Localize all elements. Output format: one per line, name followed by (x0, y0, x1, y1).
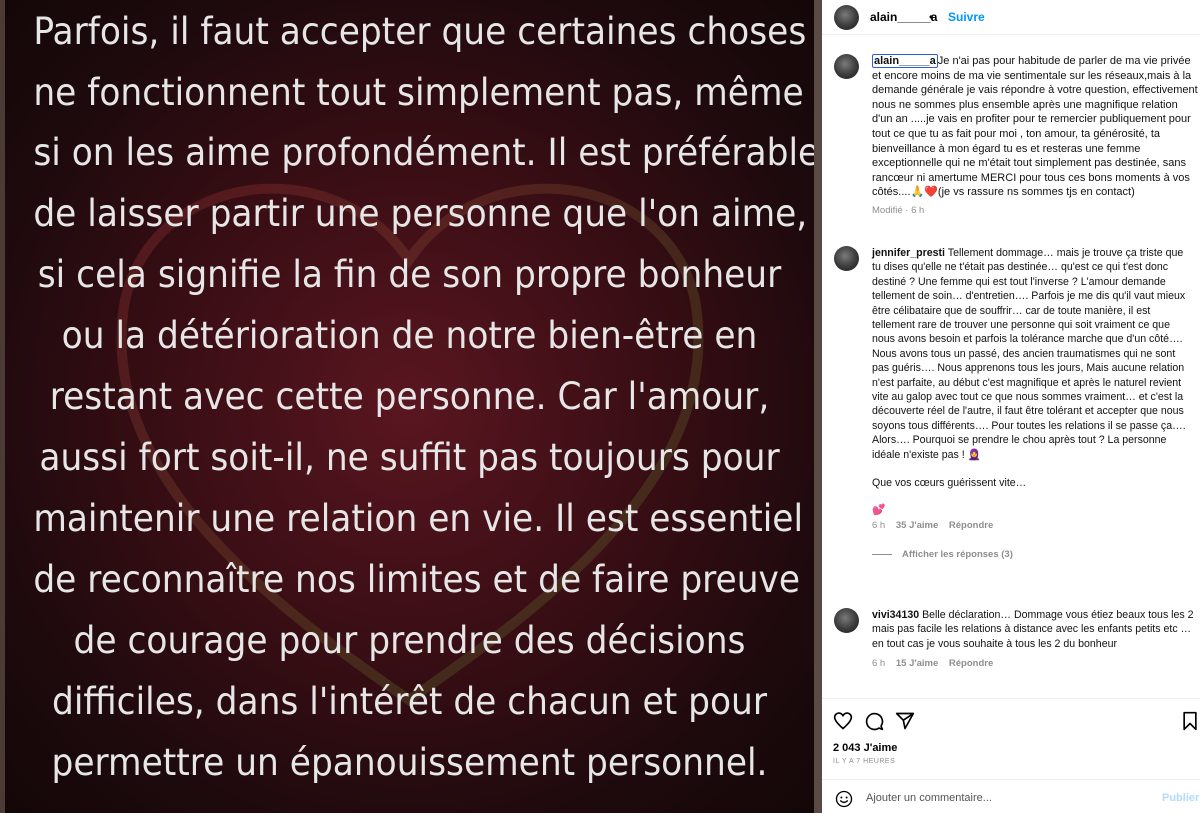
publish-button[interactable]: Publier (1162, 792, 1199, 804)
reply-button[interactable]: Répondre (949, 520, 993, 531)
caption-username[interactable]: alain_____a (872, 54, 938, 68)
post-actions: 2 043 J'aime IL Y A 7 HEURES Publier (822, 698, 1200, 814)
quote-line: difficiles, dans l'intérêt de chacun et … (51, 680, 768, 723)
emoji-icon[interactable] (835, 790, 853, 808)
comment-time: 6 h (872, 658, 886, 670)
view-replies[interactable]: Afficher les réponses (3) (872, 547, 1194, 562)
post-timestamp: IL Y A 7 HEURES (833, 758, 896, 765)
image-divider (814, 0, 822, 813)
separator-dot: • (929, 10, 934, 24)
quote-line: restant avec cette personne. Car l'amour… (49, 375, 770, 418)
comment-text: Tellement dommage… mais je trouve ça tri… (872, 247, 1186, 461)
quote-line: permettre un épanouissement personnel. (51, 741, 768, 784)
comment-username[interactable]: vivi34130 (872, 609, 919, 621)
heart-icon[interactable] (833, 711, 853, 731)
comment-icon[interactable] (864, 711, 884, 731)
comment-time: 6 h (872, 519, 886, 531)
comment-body: jennifer_presti Tellement dommage… mais … (872, 246, 1194, 563)
comment-body: vivi34130 Belle déclaration… Dommage vou… (872, 608, 1194, 672)
post-image[interactable]: Parfois, il faut accepter que certaines … (5, 0, 814, 813)
quote-line: de reconnaître nos limites et de faire p… (33, 558, 801, 601)
quote-line: ne fonctionnent tout simplement pas, mêm… (33, 71, 804, 114)
follow-button[interactable]: Suivre (948, 10, 985, 24)
quote-line: de laisser partir une personne que l'on … (33, 192, 808, 235)
quote-line: de courage pour prendre des décisions (73, 619, 746, 662)
quote-line: ou la détérioration de notre bien-être e… (61, 314, 758, 357)
replies-divider (872, 554, 892, 556)
author-username[interactable]: alain_____a (870, 10, 937, 24)
comment-extra-text: Que vos cœurs guérissent vite… (872, 477, 1027, 490)
share-icon[interactable] (895, 711, 915, 731)
caption-body: alain_____a Je n'ai pas pour habitude de … (872, 54, 1198, 219)
view-replies-label[interactable]: Afficher les réponses (3) (902, 549, 1013, 560)
comment-likes[interactable]: 35 J'aime (896, 520, 938, 531)
comment-text: Belle déclaration… Dommage vous étiez be… (872, 609, 1194, 650)
comment-meta: 6 h 15 J'aime Répondre (872, 657, 1194, 671)
comment-likes[interactable]: 15 J'aime (896, 658, 938, 669)
comment-username[interactable]: jennifer_presti (872, 247, 945, 259)
post-sidebar: alain_____a • Suivre alain_____a Je n'ai … (822, 0, 1200, 813)
quote-line: Parfois, il faut accepter que certaines … (33, 10, 807, 53)
avatar[interactable] (834, 246, 859, 271)
reply-button[interactable]: Répondre (949, 658, 993, 669)
avatar[interactable] (834, 54, 859, 79)
avatar[interactable] (834, 5, 859, 30)
caption-meta: Modifié · 6 h (872, 204, 925, 216)
add-comment-bar: Publier (822, 779, 1200, 815)
quote-line: si cela signifie la fin de son propre bo… (37, 253, 782, 296)
post-header: alain_____a • Suivre (822, 0, 1200, 35)
quote-line: maintenir une relation en vie. Il est es… (33, 497, 804, 540)
comment-input[interactable] (864, 788, 1158, 808)
quote-line: si on les aime profondément. Il est préf… (33, 131, 814, 174)
avatar[interactable] (834, 608, 859, 633)
bookmark-icon[interactable] (1180, 711, 1200, 731)
caption-text: Je n'ai pas pour habitude de parler de m… (872, 55, 1198, 199)
quote-line: aussi fort soit-il, ne suffit pas toujou… (39, 436, 780, 479)
comment-emoji: 💕 (872, 503, 886, 516)
likes-count[interactable]: 2 043 J'aime (833, 742, 897, 754)
comment-meta: 6 h 35 J'aime Répondre (872, 519, 1194, 533)
